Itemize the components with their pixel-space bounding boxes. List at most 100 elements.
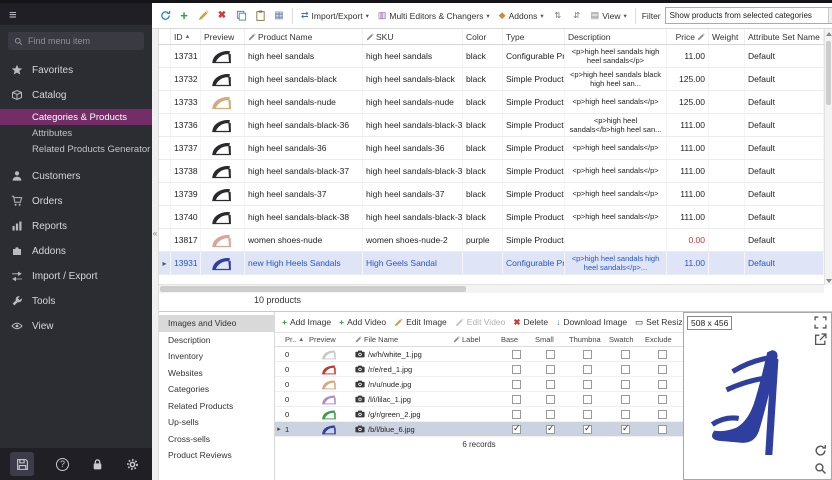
checkbox-exclude[interactable]	[643, 395, 681, 404]
sidebar-item-import-export[interactable]: Import / Export	[0, 265, 152, 287]
checkbox-thumbnail[interactable]	[567, 350, 607, 359]
checkbox-swatch[interactable]	[607, 410, 643, 419]
category-filter-select[interactable]: Show products from selected categories ▾	[665, 7, 832, 24]
checkbox-exclude[interactable]	[643, 350, 681, 359]
edit-product-button[interactable]	[195, 8, 211, 24]
header-type[interactable]: Type	[503, 29, 565, 44]
checkbox-small[interactable]	[533, 350, 567, 359]
add-image-button[interactable]: + Add Image	[279, 315, 334, 329]
checkbox-base[interactable]	[499, 425, 533, 434]
checkbox-swatch[interactable]	[607, 350, 643, 359]
detail-tab[interactable]: Websites	[159, 365, 274, 382]
sidebar-item-customers[interactable]: Customers	[0, 165, 152, 187]
detail-tab[interactable]: Images and Video	[159, 315, 274, 332]
download-image-button[interactable]: ↓ Download Image	[553, 315, 630, 329]
sidebar-item-attributes[interactable]: Attributes	[0, 125, 152, 141]
checkbox-swatch[interactable]	[607, 380, 643, 389]
checkbox-base[interactable]	[499, 350, 533, 359]
header-preview[interactable]: Preview	[307, 335, 353, 344]
header-sku[interactable]: SKU	[363, 29, 463, 44]
save-button[interactable]	[10, 452, 34, 476]
copy-button[interactable]	[233, 8, 249, 24]
checkbox-small[interactable]	[533, 380, 567, 389]
detail-tab[interactable]: Categories	[159, 381, 274, 398]
product-row[interactable]: 13733 high heel sandals-nude high heel s…	[159, 91, 824, 114]
add-video-button[interactable]: + Add Video	[336, 315, 389, 329]
header-label[interactable]: Label	[451, 335, 499, 344]
sidebar-item-orders[interactable]: Orders	[0, 190, 152, 212]
sort-rows-button[interactable]: ⇅	[550, 8, 566, 24]
sidebar-item-tools[interactable]: Tools	[0, 290, 152, 312]
fullscreen-button[interactable]	[814, 316, 827, 329]
product-row[interactable]: 13740 high heel sandals-black-38 high he…	[159, 206, 824, 229]
menu-icon[interactable]: ≡	[9, 7, 17, 22]
product-row[interactable]: 13732 high heel sandals-black high heel …	[159, 68, 824, 91]
checkbox-exclude[interactable]	[643, 365, 681, 374]
scrollbar-thumb[interactable]	[160, 286, 466, 292]
image-row[interactable]: 0 /r/e/red_1.jpg	[275, 362, 683, 377]
sidebar-item-related-products-generator[interactable]: Related Products Generator	[0, 141, 152, 157]
horizontal-scrollbar[interactable]	[159, 284, 824, 293]
header-swatch[interactable]: Swatch	[607, 335, 643, 344]
checkbox-thumbnail[interactable]	[567, 425, 607, 434]
open-external-button[interactable]	[814, 333, 827, 346]
zoom-button[interactable]	[814, 462, 827, 475]
checkbox-small[interactable]	[533, 410, 567, 419]
view-menu[interactable]: ▤ View ▾	[588, 8, 630, 23]
checkbox-exclude[interactable]	[643, 410, 681, 419]
image-row[interactable]: 0 /l/i/lilac_1.jpg	[275, 392, 683, 407]
detail-tab[interactable]: Inventory	[159, 348, 274, 365]
product-row[interactable]: 13738 high heel sandals-black-37 high he…	[159, 160, 824, 183]
image-row[interactable]: 0 /n/u/nude.jpg	[275, 377, 683, 392]
checkbox-base[interactable]	[499, 365, 533, 374]
header-id[interactable]: ID▲	[171, 29, 201, 44]
scroll-down-arrow[interactable]	[825, 276, 832, 285]
scrollbar-thumb[interactable]	[826, 41, 831, 105]
rotate-button[interactable]	[814, 444, 827, 457]
header-exclude[interactable]: Exclude	[643, 335, 681, 344]
refresh-button[interactable]	[157, 8, 173, 24]
header-description[interactable]: Description	[565, 29, 667, 44]
checkbox-swatch[interactable]	[607, 425, 643, 434]
scroll-up-arrow[interactable]	[825, 29, 832, 38]
header-base[interactable]: Base	[499, 335, 533, 344]
checkbox-swatch[interactable]	[607, 395, 643, 404]
product-row[interactable]: 13731 high heel sandals high heel sandal…	[159, 45, 824, 68]
gear-icon[interactable]	[126, 458, 139, 471]
checkbox-thumbnail[interactable]	[567, 380, 607, 389]
sidebar-item-reports[interactable]: Reports	[0, 215, 152, 237]
header-file-name[interactable]: File Name	[353, 335, 451, 344]
detail-tab[interactable]: Product Reviews	[159, 447, 274, 464]
checkbox-thumbnail[interactable]	[567, 395, 607, 404]
detail-tab[interactable]: Up-sells	[159, 414, 274, 431]
header-weight[interactable]: Weight	[709, 29, 745, 44]
checkbox-thumbnail[interactable]	[567, 365, 607, 374]
checkbox-small[interactable]	[533, 395, 567, 404]
help-button[interactable]: ?	[56, 458, 69, 471]
checkbox-swatch[interactable]	[607, 365, 643, 374]
checkbox-exclude[interactable]	[643, 380, 681, 389]
sidebar-search[interactable]	[8, 32, 144, 50]
sidebar-item-view[interactable]: View	[0, 315, 152, 337]
product-row[interactable]: 13739 high heel sandals-37 high heel san…	[159, 183, 824, 206]
checkbox-small[interactable]	[533, 365, 567, 374]
header-preview[interactable]: Preview	[201, 29, 245, 44]
vertical-scrollbar[interactable]	[824, 29, 832, 285]
checkbox-thumbnail[interactable]	[567, 410, 607, 419]
reorder-rows-button[interactable]: ⇵	[569, 8, 585, 24]
header-price[interactable]: Price	[667, 29, 709, 44]
sidebar-item-catalog[interactable]: Catalog	[0, 84, 152, 106]
detail-tab[interactable]: Related Products	[159, 398, 274, 415]
paste-button[interactable]	[252, 8, 268, 24]
search-input[interactable]	[28, 36, 138, 46]
sidebar-item-categories-products[interactable]: Categories & Products	[0, 109, 152, 125]
addons-menu[interactable]: ◆ Addons ▾	[496, 8, 547, 23]
lock-icon[interactable]	[91, 458, 104, 471]
header-thumbnail[interactable]: Thumbna	[567, 335, 607, 344]
checkbox-base[interactable]	[499, 380, 533, 389]
multi-editors-menu[interactable]: ▥ Multi Editors & Changers ▾	[375, 8, 493, 23]
header-small[interactable]: Small	[533, 335, 567, 344]
header-attribute-set[interactable]: Attribute Set Name	[745, 29, 824, 44]
product-row[interactable]: 13931 new High Heels Sandals High Geels …	[159, 252, 824, 275]
checkbox-base[interactable]	[499, 410, 533, 419]
